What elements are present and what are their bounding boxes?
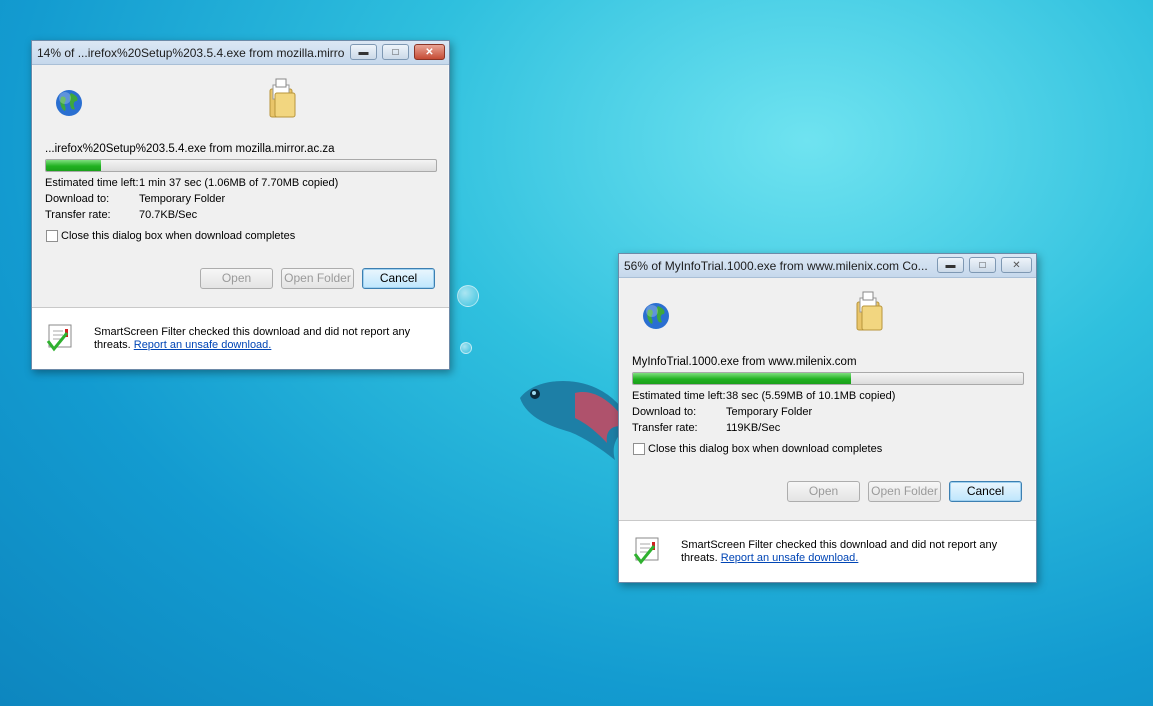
smartscreen-message: SmartScreen Filter checked this download… bbox=[681, 539, 997, 565]
minimize-icon: ▬ bbox=[358, 47, 369, 58]
minimize-button[interactable]: ▬ bbox=[937, 257, 964, 273]
estimated-time-label: Estimated time left: bbox=[632, 390, 726, 402]
maximize-icon: □ bbox=[979, 260, 986, 271]
maximize-button[interactable]: □ bbox=[382, 44, 409, 60]
file-name: MyInfoTrial.1000.exe from www.milenix.co… bbox=[632, 356, 857, 368]
close-button[interactable]: ✕ bbox=[1001, 257, 1032, 273]
maximize-icon: □ bbox=[392, 47, 399, 58]
download-to-value: Temporary Folder bbox=[139, 193, 226, 205]
wallpaper-bubble bbox=[457, 285, 479, 307]
open-button[interactable]: Open bbox=[200, 268, 273, 289]
folder-icon bbox=[856, 291, 883, 331]
cancel-button[interactable]: Cancel bbox=[949, 481, 1022, 502]
minimize-icon: ▬ bbox=[945, 260, 956, 271]
download-to-label: Download to: bbox=[632, 406, 697, 418]
smartscreen-icon bbox=[633, 537, 659, 565]
download-dialog: 14% of ...irefox%20Setup%203.5.4.exe fro… bbox=[31, 40, 450, 370]
smartscreen-text-2: threats. bbox=[94, 339, 131, 351]
smartscreen-message: SmartScreen Filter checked this download… bbox=[94, 326, 410, 352]
smartscreen-panel: SmartScreen Filter checked this download… bbox=[32, 309, 449, 369]
wallpaper-fish bbox=[520, 380, 633, 460]
open-button[interactable]: Open bbox=[787, 481, 860, 502]
smartscreen-icon bbox=[46, 324, 72, 352]
download-progress-bar bbox=[632, 372, 1024, 385]
minimize-button[interactable]: ▬ bbox=[350, 44, 377, 60]
cancel-button[interactable]: Cancel bbox=[362, 268, 435, 289]
close-on-complete-label[interactable]: Close this dialog box when download comp… bbox=[61, 230, 295, 242]
smartscreen-text-2: threats. bbox=[681, 552, 718, 564]
transfer-rate-label: Transfer rate: bbox=[45, 209, 111, 221]
download-progress-bar bbox=[45, 159, 437, 172]
estimated-time-value: 38 sec (5.59MB of 10.1MB copied) bbox=[726, 390, 896, 402]
estimated-time-label: Estimated time left: bbox=[45, 177, 139, 189]
smartscreen-panel: SmartScreen Filter checked this download… bbox=[619, 522, 1036, 582]
close-on-complete-checkbox[interactable] bbox=[633, 443, 645, 455]
smartscreen-text: SmartScreen Filter checked this download… bbox=[681, 539, 998, 551]
close-icon: ✕ bbox=[425, 47, 434, 58]
close-on-complete-checkbox[interactable] bbox=[46, 230, 58, 242]
progress-fill bbox=[46, 160, 101, 171]
title-bar[interactable]: 14% of ...irefox%20Setup%203.5.4.exe fro… bbox=[32, 41, 449, 65]
report-unsafe-download-link[interactable]: Report an unsafe download. bbox=[721, 552, 859, 564]
progress-fill bbox=[633, 373, 852, 384]
wallpaper-bubble bbox=[460, 342, 472, 354]
transfer-rate-value: 119KB/Sec bbox=[726, 422, 781, 434]
close-button[interactable]: ✕ bbox=[414, 44, 445, 60]
window-title: 14% of ...irefox%20Setup%203.5.4.exe fro… bbox=[37, 46, 345, 60]
maximize-button[interactable]: □ bbox=[969, 257, 996, 273]
title-bar[interactable]: 56% of MyInfoTrial.1000.exe from www.mil… bbox=[619, 254, 1036, 278]
close-icon: ✕ bbox=[1012, 260, 1021, 271]
close-on-complete-label[interactable]: Close this dialog box when download comp… bbox=[648, 443, 882, 455]
download-dialog: 56% of MyInfoTrial.1000.exe from www.mil… bbox=[618, 253, 1037, 583]
globe-icon bbox=[643, 303, 669, 329]
download-to-value: Temporary Folder bbox=[726, 406, 813, 418]
smartscreen-text: SmartScreen Filter checked this download… bbox=[94, 326, 411, 338]
window-title: 56% of MyInfoTrial.1000.exe from www.mil… bbox=[624, 259, 928, 273]
open-folder-button[interactable]: Open Folder bbox=[868, 481, 941, 502]
globe-icon bbox=[56, 90, 82, 116]
file-name: ...irefox%20Setup%203.5.4.exe from mozil… bbox=[45, 143, 335, 155]
estimated-time-value: 1 min 37 sec (1.06MB of 7.70MB copied) bbox=[139, 177, 339, 189]
open-folder-button[interactable]: Open Folder bbox=[281, 268, 354, 289]
report-unsafe-download-link[interactable]: Report an unsafe download. bbox=[134, 339, 272, 351]
transfer-rate-value: 70.7KB/Sec bbox=[139, 209, 198, 221]
download-to-label: Download to: bbox=[45, 193, 110, 205]
folder-icon bbox=[269, 78, 296, 118]
transfer-rate-label: Transfer rate: bbox=[632, 422, 698, 434]
